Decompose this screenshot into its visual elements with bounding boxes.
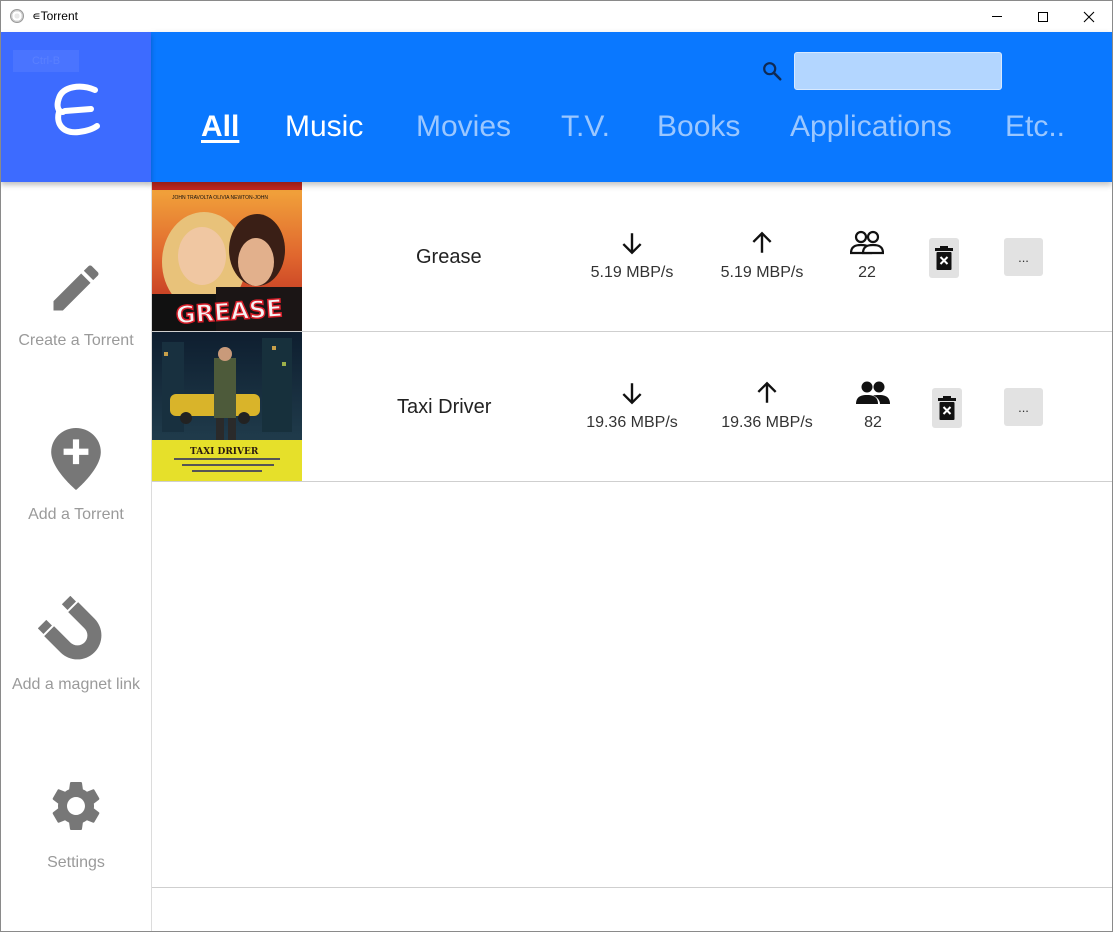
sidebar-item-settings[interactable]: Settings bbox=[1, 776, 151, 872]
download-speed: 19.36 MBP/s bbox=[586, 414, 678, 431]
trash-x-icon bbox=[938, 396, 956, 420]
peers-count: 82 bbox=[864, 414, 882, 431]
upload-arrow-icon bbox=[752, 231, 772, 253]
upload-speed: 19.36 MBP/s bbox=[721, 414, 813, 431]
sidebar-item-label: Settings bbox=[47, 854, 105, 871]
magnet-icon bbox=[38, 596, 102, 660]
poster-image: TAXI DRIVER bbox=[152, 332, 302, 481]
peers-stat: 82 bbox=[853, 380, 893, 432]
trash-x-icon bbox=[935, 246, 953, 270]
sidebar-item-label: Add a magnet link bbox=[11, 676, 141, 693]
poster-image: JOHN TRAVOLTA OLIVIA NEWTON-JOHN GREASE bbox=[152, 182, 302, 331]
download-arrow-icon bbox=[622, 233, 642, 255]
upload-arrow-icon bbox=[757, 381, 777, 403]
torrent-list: JOHN TRAVOLTA OLIVIA NEWTON-JOHN GREASE … bbox=[152, 182, 1112, 931]
minimize-icon bbox=[992, 16, 1002, 17]
window-title: ∊Torrent bbox=[32, 9, 78, 23]
header: All Music Movies T.V. Books Applications… bbox=[151, 32, 1112, 182]
tab-applications[interactable]: Applications bbox=[790, 110, 952, 144]
more-options-button[interactable]: ... bbox=[1004, 238, 1043, 276]
tab-movies[interactable]: Movies bbox=[416, 110, 511, 144]
download-speed: 5.19 MBP/s bbox=[590, 264, 674, 281]
peers-stat: 22 bbox=[847, 230, 887, 282]
sidebar-item-label: Add a Torrent bbox=[28, 506, 124, 523]
app-icon bbox=[10, 9, 24, 23]
tab-all[interactable]: All bbox=[201, 110, 239, 144]
logo-block[interactable]: Ctrl-B bbox=[1, 32, 151, 182]
sidebar: Create a Torrent Add a Torrent Add a mag… bbox=[1, 182, 152, 931]
sidebar-item-create-torrent[interactable]: Create a Torrent bbox=[1, 258, 151, 350]
peers-icon bbox=[856, 381, 890, 404]
poster-title: TAXI DRIVER bbox=[190, 447, 259, 457]
tab-etc[interactable]: Etc.. bbox=[1005, 110, 1065, 144]
app-window: ∊Torrent Ctrl-B All Music Movies T.V. Bo… bbox=[0, 0, 1113, 932]
delete-button[interactable] bbox=[932, 388, 962, 428]
peers-outline-icon bbox=[850, 230, 884, 255]
download-stat: 5.19 MBP/s bbox=[587, 230, 677, 282]
sidebar-item-add-magnet[interactable]: Add a magnet link bbox=[1, 596, 151, 694]
close-icon bbox=[1083, 11, 1095, 22]
delete-button[interactable] bbox=[929, 238, 959, 278]
poster-names: JOHN TRAVOLTA OLIVIA NEWTON-JOHN bbox=[172, 195, 268, 201]
download-arrow-icon bbox=[622, 383, 642, 405]
upload-stat: 5.19 MBP/s bbox=[717, 230, 807, 282]
download-stat: 19.36 MBP/s bbox=[582, 380, 682, 432]
shortcut-hint: Ctrl-B bbox=[13, 50, 79, 72]
tab-tv[interactable]: T.V. bbox=[561, 110, 610, 144]
gear-icon bbox=[52, 782, 100, 830]
torrent-title: Grease bbox=[416, 246, 482, 268]
minimize-button[interactable] bbox=[974, 1, 1020, 32]
table-row[interactable]: TAXI DRIVER Taxi Driver 19.36 MBP/s 19.3… bbox=[152, 332, 1112, 482]
tab-music[interactable]: Music bbox=[285, 110, 363, 144]
maximize-icon bbox=[1038, 11, 1048, 22]
pencil-icon bbox=[53, 265, 99, 311]
close-button[interactable] bbox=[1066, 1, 1112, 32]
map-pin-plus-icon bbox=[51, 428, 101, 490]
search-input[interactable] bbox=[794, 52, 1002, 90]
tab-books[interactable]: Books bbox=[657, 110, 740, 144]
search-icon[interactable] bbox=[761, 60, 783, 82]
divider bbox=[152, 887, 1112, 888]
sidebar-item-add-torrent[interactable]: Add a Torrent bbox=[1, 428, 151, 524]
table-row[interactable]: JOHN TRAVOLTA OLIVIA NEWTON-JOHN GREASE … bbox=[152, 182, 1112, 332]
peers-count: 22 bbox=[858, 264, 876, 281]
app-logo-icon bbox=[54, 83, 100, 136]
upload-stat: 19.36 MBP/s bbox=[717, 380, 817, 432]
maximize-button[interactable] bbox=[1020, 1, 1066, 32]
sidebar-item-label: Create a Torrent bbox=[18, 332, 134, 349]
more-options-button[interactable]: ... bbox=[1004, 388, 1043, 426]
upload-speed: 5.19 MBP/s bbox=[720, 264, 804, 281]
torrent-title: Taxi Driver bbox=[397, 396, 492, 418]
title-bar: ∊Torrent bbox=[1, 1, 1112, 32]
